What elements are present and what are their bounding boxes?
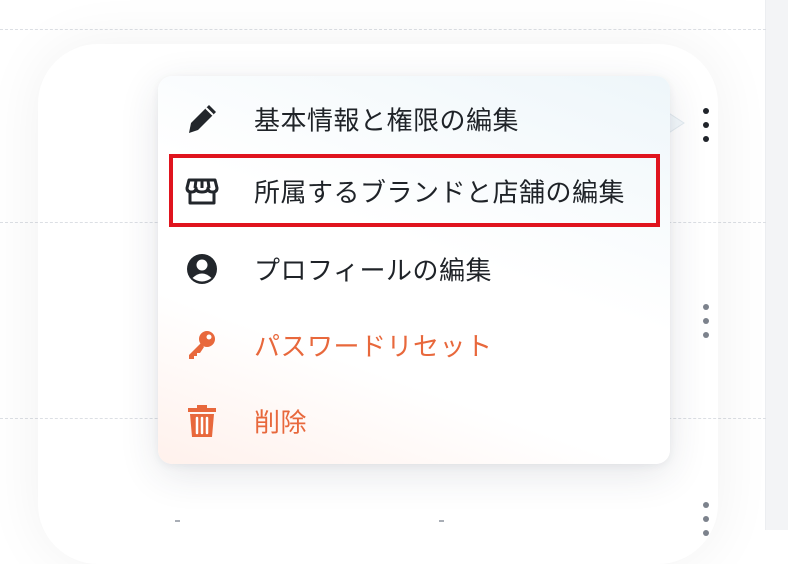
key-icon (184, 327, 220, 363)
row-divider (0, 29, 766, 30)
selection-highlight (169, 154, 660, 227)
menu-item-edit-basic-info[interactable]: 基本情報と権限の編集 (158, 84, 670, 154)
menu-item-label: パスワードリセット (254, 332, 493, 363)
menu-item-edit-profile[interactable]: プロフィールの編集 (158, 234, 670, 304)
menu-item-delete[interactable]: 削除 (158, 386, 670, 456)
menu-item-label: 基本情報と権限の編集 (254, 106, 520, 137)
user-circle-icon (184, 251, 220, 287)
scrollbar[interactable] (765, 0, 788, 530)
menu-item-password-reset[interactable]: パスワードリセット (158, 310, 670, 380)
trash-icon (184, 403, 220, 439)
actions-dropdown-menu: 基本情報と権限の編集 所属するブランドと店舗の編集 プロフィールの編集 パスワー… (158, 76, 670, 464)
page: 基本情報と権限の編集 所属するブランドと店舗の編集 プロフィールの編集 パスワー… (0, 0, 788, 536)
pencil-icon (184, 101, 220, 137)
menu-item-label: 削除 (254, 408, 308, 439)
menu-item-label: プロフィールの編集 (254, 256, 492, 287)
